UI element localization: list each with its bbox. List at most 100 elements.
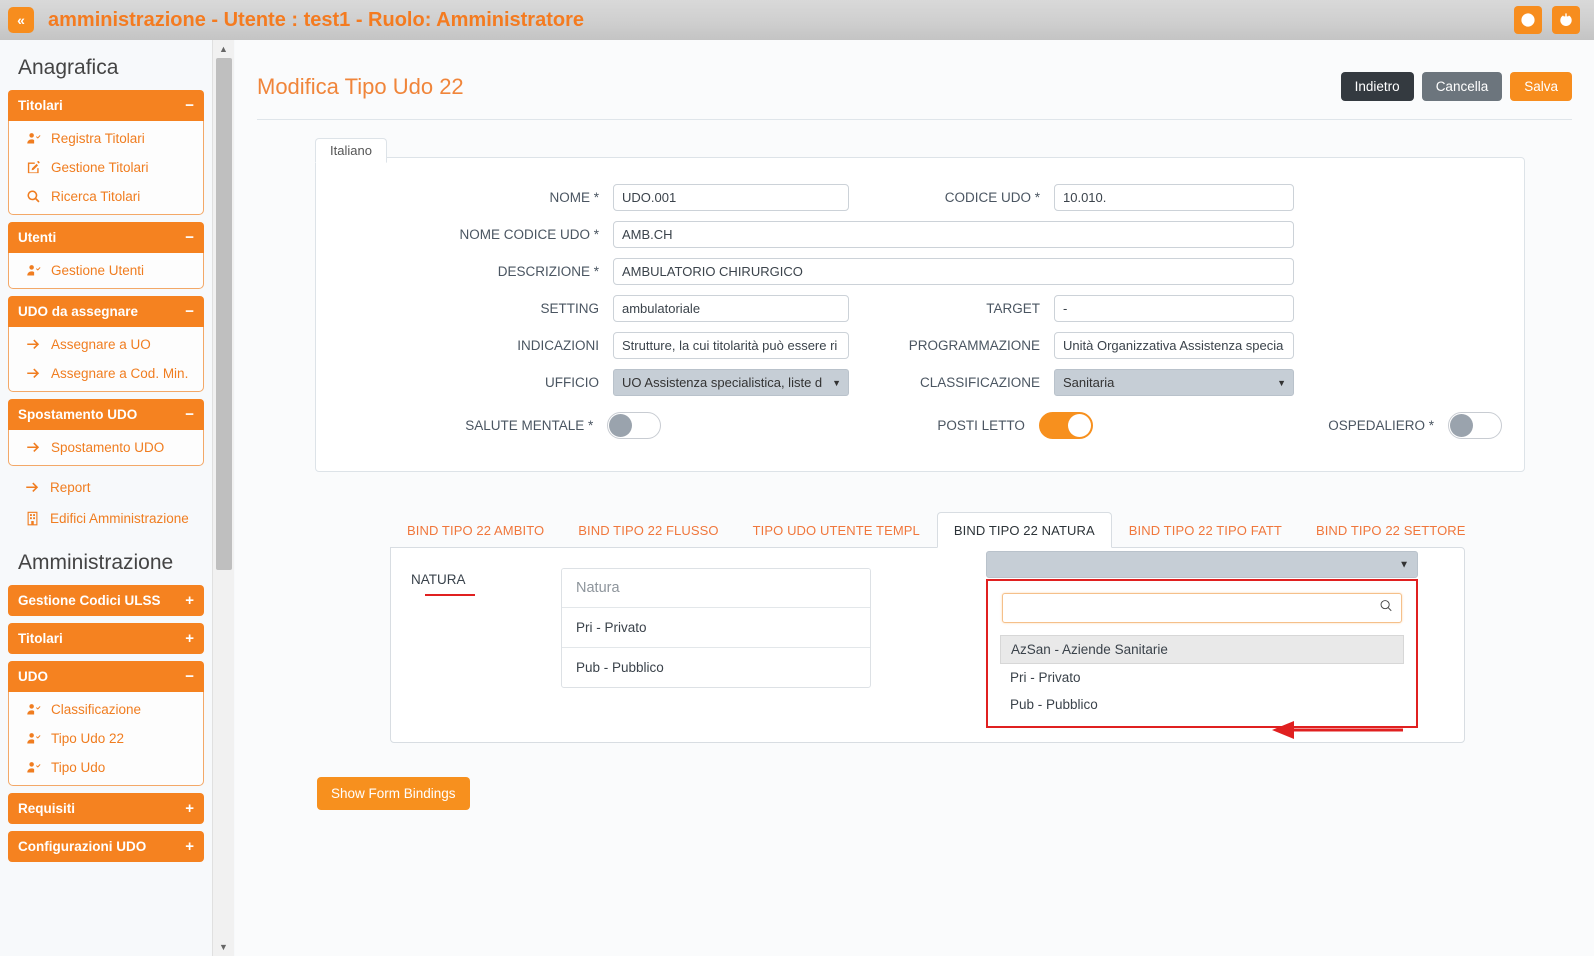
natura-dropdown-option[interactable]: AzSan - Aziende Sanitarie: [1000, 635, 1404, 664]
sidebar-item-tipo-udo-22[interactable]: Tipo Udo 22: [9, 724, 203, 753]
annotation-arrow-icon: [1270, 720, 1405, 740]
sidebar-group-header-titolari[interactable]: Titolari +: [8, 623, 204, 654]
form-row-toggles: SALUTE MENTALE * POSTI LETTO OSPEDALIERO…: [338, 412, 1502, 439]
expand-plus-icon[interactable]: +: [185, 593, 194, 608]
collapse-minus-icon[interactable]: −: [185, 304, 194, 319]
sidebar-item-tipo-udo[interactable]: Tipo Udo: [9, 753, 203, 782]
tab-tipo-udo-utente-templ[interactable]: TIPO UDO UTENTE TEMPL: [736, 512, 937, 547]
tab-bind-tipo-22-ambito[interactable]: BIND TIPO 22 AMBITO: [390, 512, 561, 547]
sidebar-group-header-spostamento-udo[interactable]: Spostamento UDO −: [8, 399, 204, 430]
sidebar-item-label: Gestione Titolari: [51, 160, 149, 175]
sidebar-item-assegnare-a-uo[interactable]: Assegnare a UO: [9, 330, 203, 359]
target-input[interactable]: [1054, 295, 1294, 322]
back-button[interactable]: Indietro: [1340, 72, 1414, 101]
sidebar: Anagrafica Titolari − Registra Titolari Ges…: [0, 40, 212, 956]
sidebar-scrollbar[interactable]: ▲ ▼: [212, 40, 234, 956]
sidebar-item-classificazione[interactable]: Classificazione: [9, 695, 203, 724]
sidebar-group-label: Titolari: [18, 98, 63, 113]
sidebar-group-header-gestione-codici-ulss[interactable]: Gestione Codici ULSS +: [8, 585, 204, 616]
indicazioni-input[interactable]: [613, 332, 849, 359]
user-add-icon: [25, 731, 42, 746]
tab-bind-tipo-22-natura[interactable]: BIND TIPO 22 NATURA: [936, 512, 1112, 548]
sidebar-group-header-utenti[interactable]: Utenti −: [8, 222, 204, 253]
collapse-minus-icon[interactable]: −: [185, 669, 194, 684]
natura-dropdown-option[interactable]: Pri - Privato: [1000, 664, 1404, 691]
scroll-down-arrow-icon[interactable]: ▼: [213, 938, 234, 956]
classificazione-label: CLASSIFICAZIONE: [919, 375, 1040, 390]
sidebar-item-gestione-utenti[interactable]: Gestione Utenti: [9, 256, 203, 285]
target-label: TARGET: [986, 301, 1040, 316]
ufficio-select[interactable]: UO Assistenza specialistica, liste d ▼: [613, 369, 849, 396]
sidebar-group-header-requisiti[interactable]: Requisiti +: [8, 793, 204, 824]
natura-dropdown-option[interactable]: Pub - Pubblico: [1000, 691, 1404, 718]
sidebar-item-label: Edifici Amministrazione: [50, 511, 189, 526]
natura-dropdown-search-input[interactable]: [1002, 593, 1402, 623]
sidebar-item-report[interactable]: Report: [8, 473, 204, 502]
sidebar-group-list-2: Gestione Codici ULSS + Titolari + UDO − Classi…: [0, 585, 212, 862]
natura-red-underline: [425, 594, 475, 596]
sidebar-loose-item-list: Report Edifici Amministrazione: [0, 473, 212, 533]
sidebar-item-assegnare-a-cod-min-[interactable]: Assegnare a Cod. Min.: [9, 359, 203, 388]
natura-dropdown-toggle[interactable]: ▼: [986, 551, 1418, 578]
scroll-up-arrow-icon[interactable]: ▲: [213, 40, 234, 58]
nome-input[interactable]: [613, 184, 849, 211]
tab-bind-tipo-22-settore[interactable]: BIND TIPO 22 SETTORE: [1299, 512, 1483, 547]
sidebar-group-header-titolari[interactable]: Titolari −: [8, 90, 204, 121]
sidebar-scrollbar-thumb[interactable]: [216, 58, 232, 570]
expand-plus-icon[interactable]: +: [185, 801, 194, 816]
sidebar-item-ricerca-titolari[interactable]: Ricerca Titolari: [9, 182, 203, 211]
salute-mentale-toggle[interactable]: [607, 412, 662, 439]
cancel-button[interactable]: Cancella: [1421, 72, 1503, 101]
collapse-minus-icon[interactable]: −: [185, 230, 194, 245]
arrow-right-icon: [25, 440, 42, 455]
ospedaliero-toggle[interactable]: [1447, 412, 1502, 439]
collapse-minus-icon[interactable]: −: [185, 407, 194, 422]
sidebar-group-titolari: Titolari − Registra Titolari Gestione Titol…: [8, 90, 204, 215]
page-header: Modifica Tipo Udo 22 Indietro Cancella S…: [257, 54, 1572, 120]
natura-table-row[interactable]: Pub - Pubblico: [562, 648, 870, 687]
collapse-minus-icon[interactable]: −: [185, 98, 194, 113]
posti-letto-toggle[interactable]: [1038, 412, 1093, 439]
power-icon[interactable]: [1552, 6, 1580, 34]
sidebar-item-gestione-titolari[interactable]: Gestione Titolari: [9, 153, 203, 182]
sidebar-item-label: Registra Titolari: [51, 131, 145, 146]
globe-icon[interactable]: [1514, 6, 1542, 34]
sidebar-group-header-udo-da-assegnare[interactable]: UDO da assegnare −: [8, 296, 204, 327]
posti-letto-label: POSTI LETTO: [937, 418, 1025, 433]
form-row-setting-target: SETTING TARGET: [338, 295, 1502, 322]
classificazione-select[interactable]: Sanitaria ▼: [1054, 369, 1294, 396]
descrizione-input[interactable]: [613, 258, 1294, 285]
natura-table-row[interactable]: Pri - Privato: [562, 608, 870, 648]
tab-bind-tipo-22-flusso[interactable]: BIND TIPO 22 FLUSSO: [561, 512, 735, 547]
salute-mentale-toggle-cell: [607, 412, 838, 439]
language-tab-italiano[interactable]: Italiano: [315, 138, 387, 163]
expand-plus-icon[interactable]: +: [185, 839, 194, 854]
sidebar-item-edifici-amministrazione[interactable]: Edifici Amministrazione: [8, 504, 204, 533]
page-actions: Indietro Cancella Salva: [1340, 72, 1572, 101]
programmazione-input[interactable]: [1054, 332, 1294, 359]
chevron-down-icon: ▼: [1399, 559, 1409, 570]
sidebar-group-body: Registra Titolari Gestione Titolari Ricerc…: [8, 121, 204, 215]
sidebar-group-header-udo[interactable]: UDO −: [8, 661, 204, 692]
page-title: Modifica Tipo Udo 22: [257, 73, 464, 99]
sidebar-item-registra-titolari[interactable]: Registra Titolari: [9, 124, 203, 153]
sidebar-item-label: Tipo Udo 22: [51, 731, 125, 746]
natura-dropdown-option-list: AzSan - Aziende Sanitarie Pri - Privato Pu…: [1000, 635, 1404, 718]
indicazioni-label: INDICAZIONI: [517, 338, 599, 353]
expand-plus-icon[interactable]: +: [185, 631, 194, 646]
search-icon: [25, 189, 42, 204]
codice-udo-input[interactable]: [1054, 184, 1294, 211]
natura-table-header: Natura: [562, 569, 870, 608]
nome-codice-udo-input[interactable]: [613, 221, 1294, 248]
bindings-tabs-section: BIND TIPO 22 AMBITO BIND TIPO 22 FLUSSO TI…: [390, 512, 1465, 743]
show-form-bindings-button[interactable]: Show Form Bindings: [317, 777, 470, 810]
natura-table: Natura Pri - Privato Pub - Pubblico: [561, 568, 871, 688]
sidebar-item-spostamento-udo[interactable]: Spostamento UDO: [9, 433, 203, 462]
setting-input[interactable]: [613, 295, 849, 322]
tab-bind-tipo-22-tipo-fatt[interactable]: BIND TIPO 22 TIPO FATT: [1112, 512, 1299, 547]
sidebar-collapse-button[interactable]: «: [8, 7, 34, 33]
toggle-knob: [1067, 414, 1091, 437]
save-button[interactable]: Salva: [1510, 72, 1572, 101]
edit-square-icon: [25, 160, 42, 175]
sidebar-group-header-configurazioni-udo[interactable]: Configurazioni UDO +: [8, 831, 204, 862]
